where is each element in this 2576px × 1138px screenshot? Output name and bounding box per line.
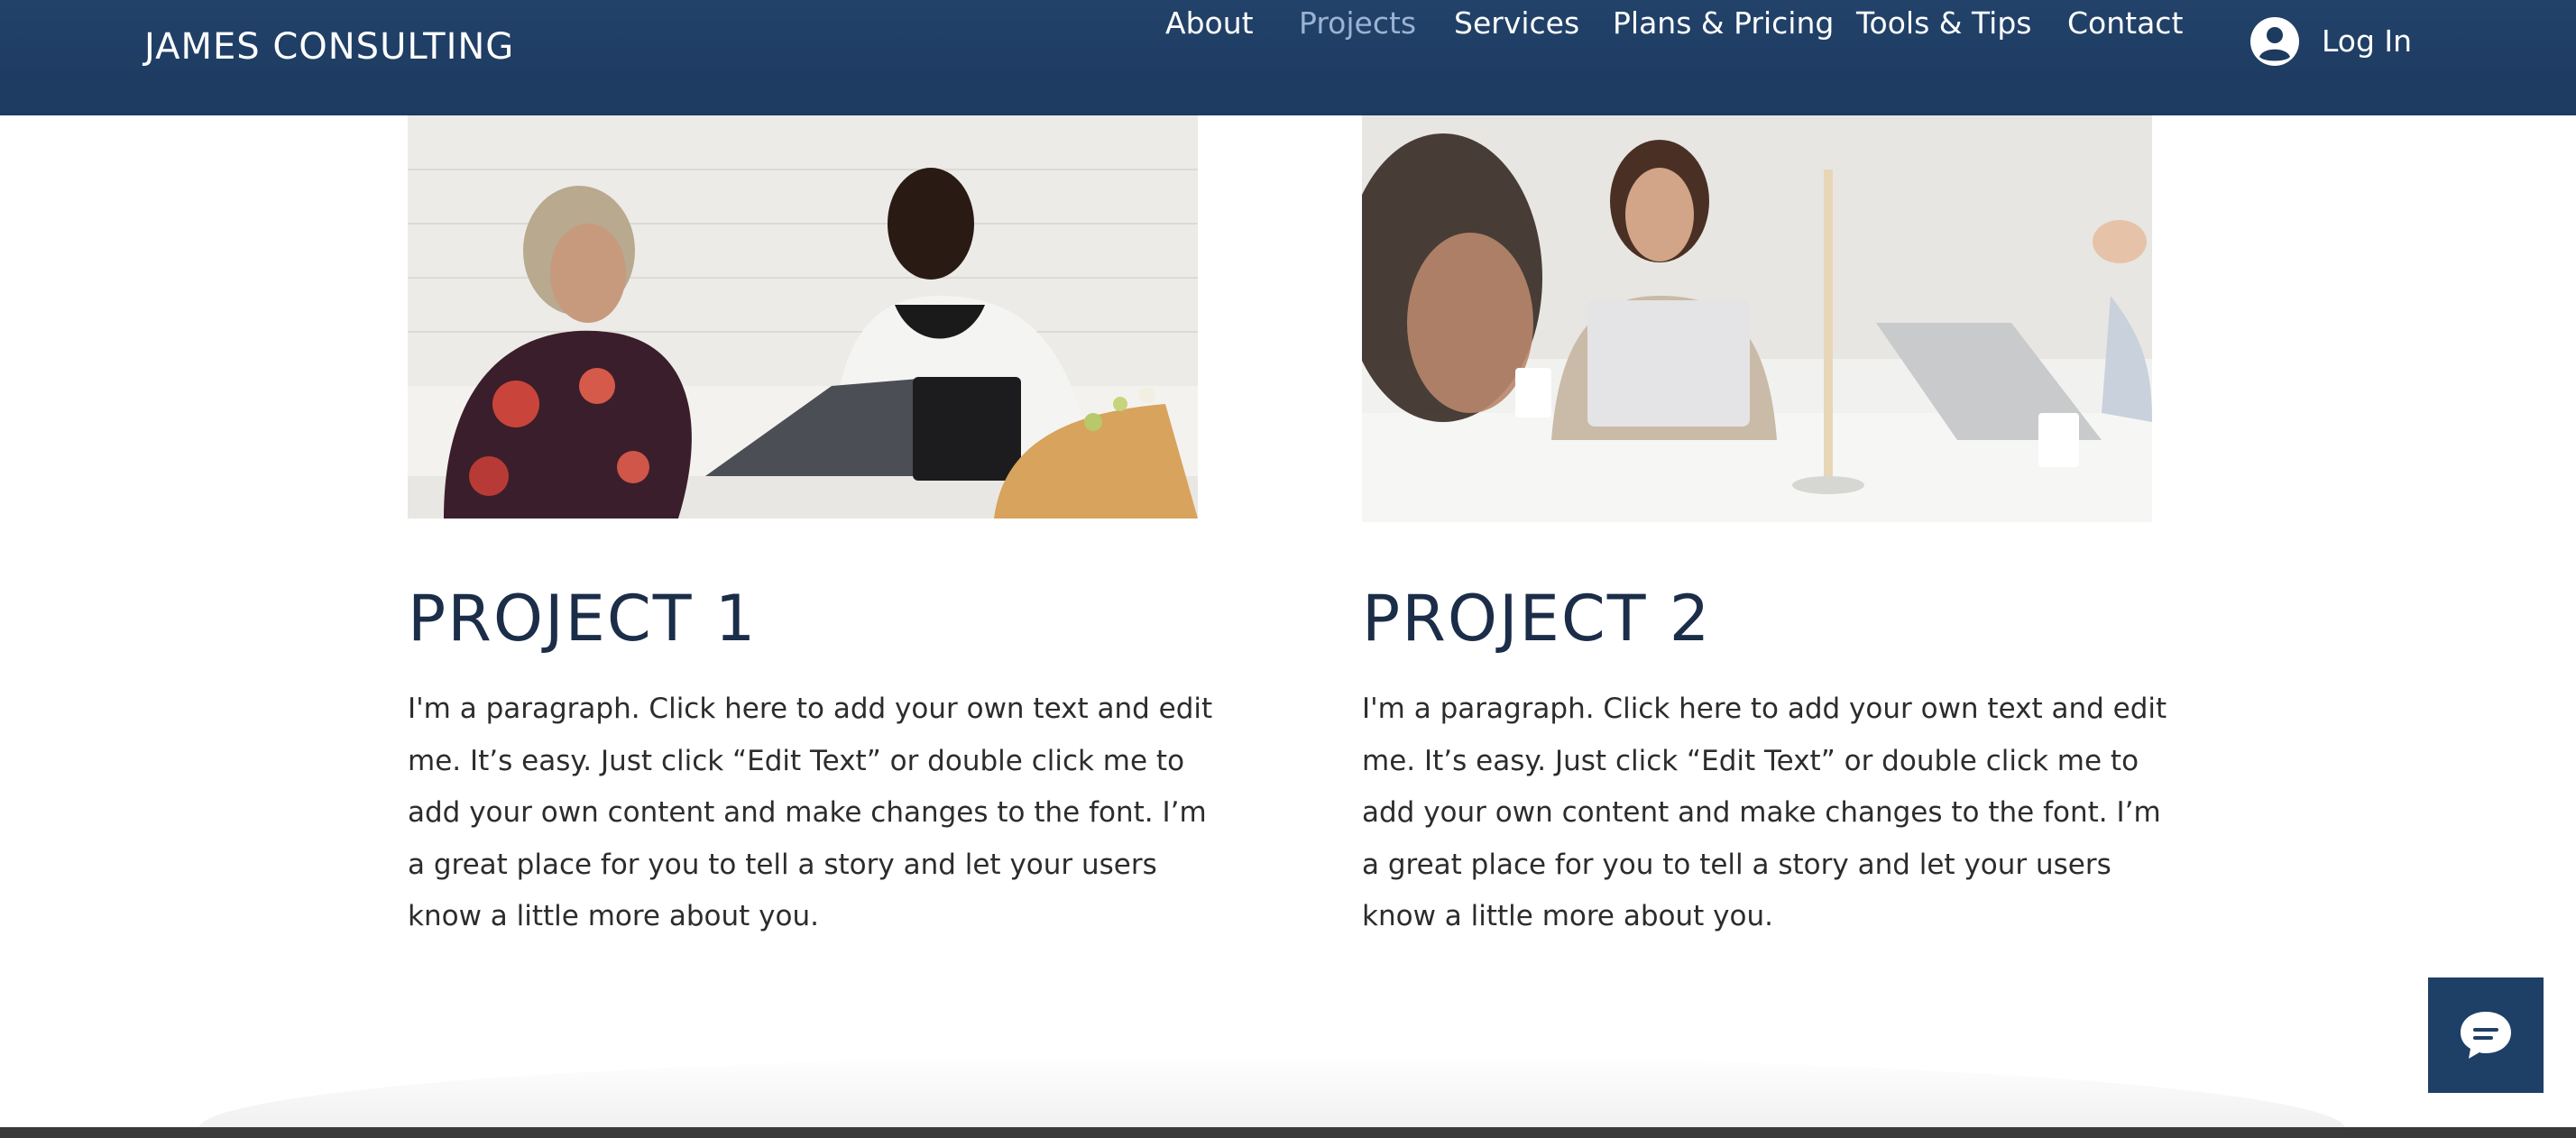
user-avatar-icon bbox=[2250, 17, 2299, 66]
login-label: Log In bbox=[2322, 23, 2413, 59]
site-header: JAMES CONSULTING About Projects Services… bbox=[0, 0, 2576, 115]
section-divider-shadow bbox=[198, 1055, 2345, 1129]
project-2-title: PROJECT 2 bbox=[1362, 582, 1712, 656]
nav-projects[interactable]: Projects bbox=[1299, 0, 1416, 47]
login-button[interactable]: Log In bbox=[2249, 14, 2412, 69]
next-section-edge bbox=[0, 1127, 2576, 1138]
nav-plans-pricing[interactable]: Plans & Pricing bbox=[1613, 0, 1834, 47]
project-2-image[interactable] bbox=[1362, 115, 2152, 522]
office-laptop-meeting-photo bbox=[1362, 115, 2152, 522]
nav-tools-tips[interactable]: Tools & Tips bbox=[1856, 0, 2031, 47]
site-brand[interactable]: JAMES CONSULTING bbox=[144, 20, 514, 74]
two-women-meeting-photo bbox=[408, 115, 1198, 519]
nav-services[interactable]: Services bbox=[1454, 0, 1579, 47]
project-1-paragraph: I'm a paragraph. Click here to add your … bbox=[408, 693, 1213, 932]
project-2-paragraph: I'm a paragraph. Click here to add your … bbox=[1362, 693, 2167, 932]
project-1-title: PROJECT 1 bbox=[408, 582, 758, 656]
chat-button[interactable] bbox=[2428, 977, 2544, 1093]
nav-about[interactable]: About bbox=[1165, 0, 1254, 47]
nav-contact[interactable]: Contact bbox=[2067, 0, 2183, 47]
chat-bubble-icon bbox=[2461, 1012, 2511, 1059]
project-1-image[interactable] bbox=[408, 115, 1198, 519]
